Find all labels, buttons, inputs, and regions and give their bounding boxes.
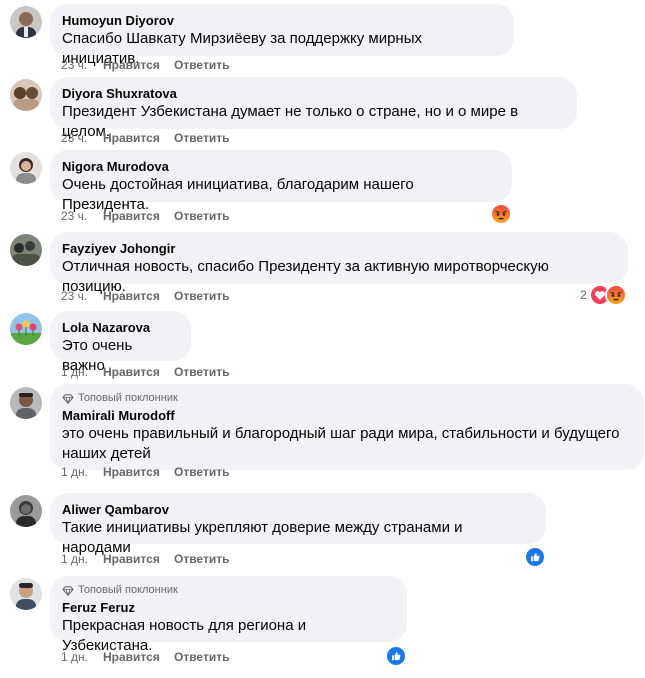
comment-time[interactable]: 23 ч. [61, 131, 103, 145]
comment-actions: 1 дн. Нравится Ответить [61, 650, 229, 664]
comment-text: это очень правильный и благородный шаг р… [62, 425, 620, 462]
comment-time[interactable]: 1 дн. [61, 365, 103, 379]
reaction-count: 2 [580, 288, 587, 302]
angry-icon [490, 203, 512, 225]
like-icon [524, 546, 546, 568]
avatar[interactable] [10, 495, 42, 527]
avatar[interactable] [10, 387, 42, 419]
like-button[interactable]: Нравится [103, 465, 174, 479]
comment-time[interactable]: 23 ч. [61, 289, 103, 303]
reaction-summary[interactable] [524, 546, 546, 568]
comment-time[interactable]: 1 дн. [61, 465, 103, 479]
top-fan-badge[interactable]: Топовый поклонник [62, 392, 632, 405]
like-button[interactable]: Нравится [103, 650, 174, 664]
avatar[interactable] [10, 79, 42, 111]
comment-bubble: Топовый поклонник Feruz Feruz Прекрасная… [50, 576, 407, 654]
reply-button[interactable]: Ответить [174, 465, 229, 479]
reply-button[interactable]: Ответить [174, 209, 229, 223]
comment-bubble: Lola Nazarova Это очень важно [50, 311, 191, 374]
comment-author[interactable]: Diyora Shuxratova [62, 85, 565, 102]
avatar[interactable] [10, 152, 42, 184]
reply-button[interactable]: Ответить [174, 131, 229, 145]
comment-actions: 23 ч. Нравится Ответить [61, 131, 229, 145]
comment-actions: 23 ч. Нравится Ответить [61, 289, 229, 303]
avatar[interactable] [10, 578, 42, 610]
comment-bubble: Humoyun Diyorov Спасибо Шавкату Мирзиёев… [50, 4, 514, 67]
reaction-summary[interactable] [385, 645, 407, 667]
comment-bubble: Aliwer Qambarov Такие инициативы укрепля… [50, 493, 546, 556]
avatar[interactable] [10, 234, 42, 266]
badge-label: Топовый поклонник [78, 392, 178, 404]
comment-author[interactable]: Fayziyev Johongir [62, 240, 616, 257]
like-button[interactable]: Нравится [103, 58, 174, 72]
comment-bubble: Diyora Shuxratova Президент Узбекистана … [50, 77, 577, 140]
diamond-icon [62, 585, 74, 596]
comment-time[interactable]: 23 ч. [61, 209, 103, 223]
comment-actions: 1 дн. Нравится Ответить [61, 465, 229, 479]
comment-actions: 1 дн. Нравится Ответить [61, 552, 229, 566]
like-button[interactable]: Нравится [103, 289, 174, 303]
reaction-summary[interactable]: 2 [580, 284, 627, 306]
like-button[interactable]: Нравится [103, 365, 174, 379]
reply-button[interactable]: Ответить [174, 365, 229, 379]
comment-author[interactable]: Lola Nazarova [62, 319, 179, 336]
reply-button[interactable]: Ответить [174, 552, 229, 566]
reaction-summary[interactable] [490, 203, 512, 225]
comment-author[interactable]: Nigora Murodova [62, 158, 500, 175]
like-icon [385, 645, 407, 667]
reply-button[interactable]: Ответить [174, 289, 229, 303]
reply-button[interactable]: Ответить [174, 650, 229, 664]
comment-bubble: Fayziyev Johongir Отличная новость, спас… [50, 232, 628, 295]
comment-time[interactable]: 1 дн. [61, 552, 103, 566]
angry-icon [604, 284, 627, 306]
comment-actions: 23 ч. Нравится Ответить [61, 209, 229, 223]
comment-time[interactable]: 1 дн. [61, 650, 103, 664]
diamond-icon [62, 393, 74, 404]
like-button[interactable]: Нравится [103, 209, 174, 223]
comment-author[interactable]: Feruz Feruz [62, 599, 395, 616]
comment-author[interactable]: Aliwer Qambarov [62, 501, 534, 518]
comment-time[interactable]: 23 ч. [61, 58, 103, 72]
top-fan-badge[interactable]: Топовый поклонник [62, 584, 395, 597]
comment-author[interactable]: Mamirali Murodoff [62, 407, 632, 424]
like-button[interactable]: Нравится [103, 131, 174, 145]
avatar[interactable] [10, 313, 42, 345]
like-button[interactable]: Нравится [103, 552, 174, 566]
reply-button[interactable]: Ответить [174, 58, 229, 72]
badge-label: Топовый поклонник [78, 584, 178, 596]
comment-author[interactable]: Humoyun Diyorov [62, 12, 502, 29]
comment-bubble: Топовый поклонник Mamirali Murodoff это … [50, 384, 644, 470]
avatar[interactable] [10, 6, 42, 38]
comment-actions: 23 ч. Нравится Ответить [61, 58, 229, 72]
comment-actions: 1 дн. Нравится Ответить [61, 365, 229, 379]
comment-bubble: Nigora Murodova Очень достойная инициати… [50, 150, 512, 213]
